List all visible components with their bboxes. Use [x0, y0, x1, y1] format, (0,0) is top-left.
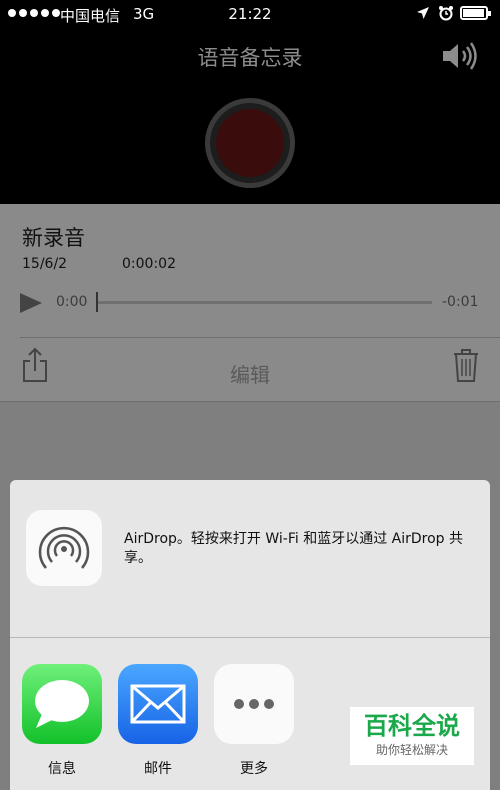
- divider: [20, 337, 500, 338]
- recording-date: 15/6/2: [22, 256, 68, 272]
- header: 语音备忘录: [0, 28, 500, 204]
- battery-level: [463, 9, 484, 17]
- play-icon[interactable]: [20, 293, 42, 313]
- page-title: 语音备忘录: [197, 46, 303, 70]
- share-app-label: 更多: [240, 761, 268, 777]
- trash-icon[interactable]: [452, 347, 480, 383]
- battery-icon: [460, 6, 491, 20]
- watermark: 百科全说 助你轻松解决: [350, 707, 474, 765]
- alarm-icon: [439, 6, 453, 21]
- share-app-more[interactable]: 更多: [214, 664, 294, 778]
- record-button[interactable]: [205, 98, 295, 188]
- share-app-label: 信息: [48, 761, 76, 777]
- watermark-subtitle: 助你轻松解决: [375, 743, 448, 757]
- speaker-icon[interactable]: [440, 40, 480, 72]
- mail-icon[interactable]: [118, 664, 198, 744]
- edit-button[interactable]: 编辑: [0, 359, 500, 388]
- elapsed-time: 0:00: [56, 294, 88, 310]
- more-icon[interactable]: [214, 664, 294, 744]
- airdrop-rings-icon: [38, 526, 90, 569]
- share-app-messages[interactable]: 信息: [22, 664, 102, 778]
- watermark-title: 百科全说: [364, 712, 460, 740]
- airdrop-description: AirDrop。轻按来打开 Wi-Fi 和蓝牙以通过 AirDrop 共享。: [124, 531, 464, 566]
- airdrop-row[interactable]: AirDrop。轻按来打开 Wi-Fi 和蓝牙以通过 AirDrop 共享。: [10, 480, 490, 638]
- messages-icon[interactable]: [22, 664, 102, 744]
- share-app-label: 邮件: [144, 761, 172, 777]
- airdrop-icon[interactable]: [26, 510, 102, 586]
- recording-duration: 0:00:02: [122, 256, 176, 272]
- share-app-mail[interactable]: 邮件: [118, 664, 198, 778]
- recording-title[interactable]: 新录音: [22, 222, 85, 252]
- remaining-time: -0:01: [442, 294, 479, 310]
- recording-panel: 新录音 15/6/2 0:00:02 0:00 -0:01 编辑: [0, 204, 500, 402]
- playback-scrubber[interactable]: [96, 292, 98, 312]
- record-dot: [216, 109, 284, 177]
- location-icon: [417, 7, 429, 19]
- playback-progress-bar[interactable]: [98, 301, 432, 304]
- status-bar: 中国电信 3G 21:22: [0, 0, 500, 28]
